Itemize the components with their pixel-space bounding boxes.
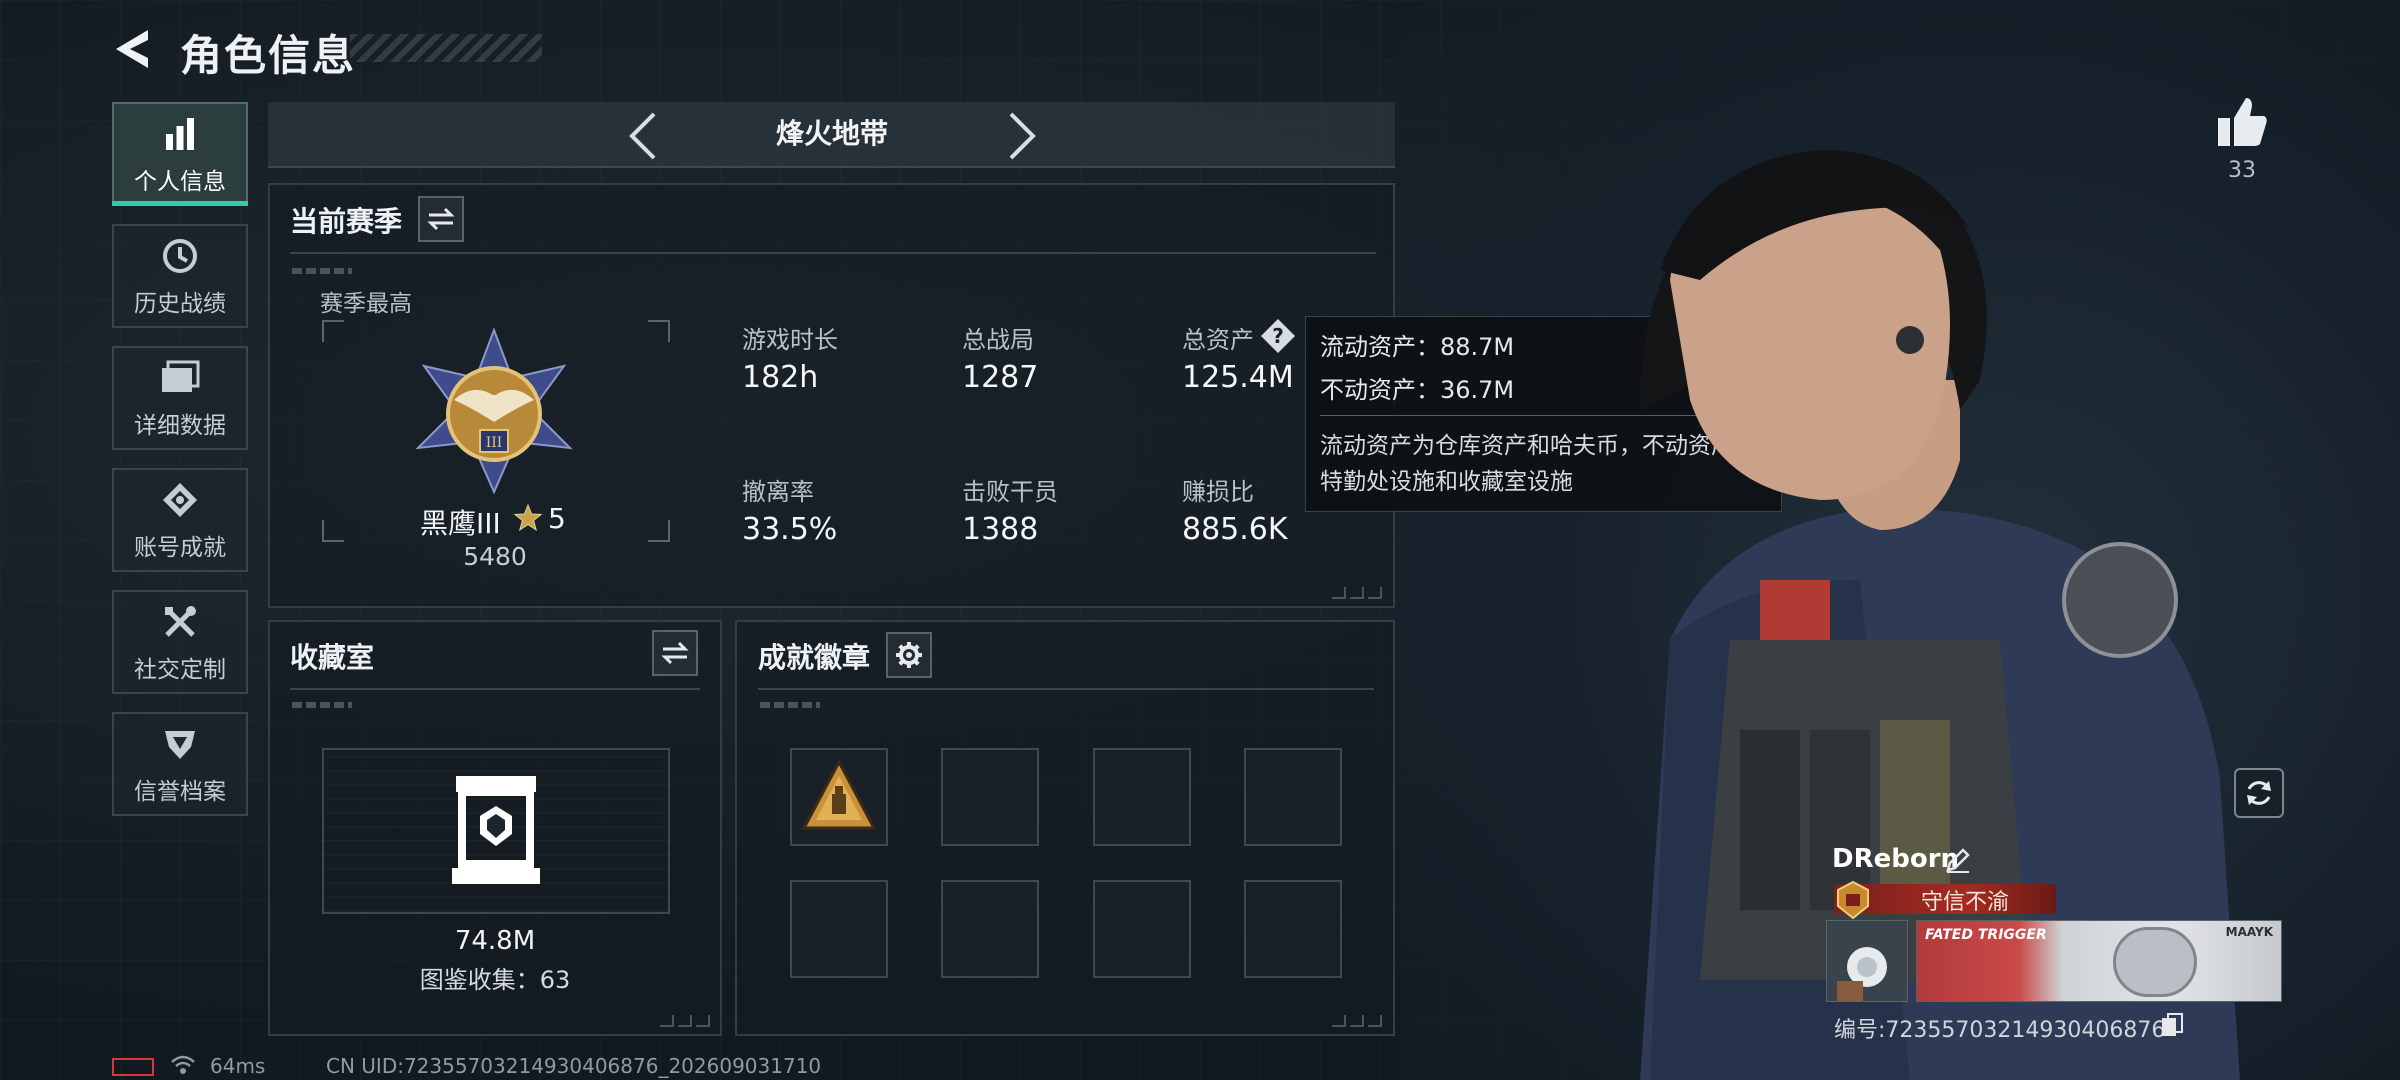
season-switch-button[interactable] (418, 196, 464, 242)
badge-slot-2[interactable] (941, 748, 1039, 846)
stat-value: 885.6K (1182, 512, 1288, 547)
like-count: 33 (2228, 158, 2256, 183)
svg-text:III: III (486, 435, 503, 451)
swap-arrows-icon (427, 207, 455, 231)
folder-icon (158, 356, 202, 400)
badge-slot-4[interactable] (1244, 748, 1342, 846)
sidebar-item-label: 历史战绩 (134, 291, 226, 317)
battery-icon (112, 1058, 154, 1076)
rank-name: 黑鹰III (420, 507, 501, 540)
decor-dash (292, 268, 352, 274)
stat-value: 33.5% (742, 512, 838, 547)
swap-arrows-icon (661, 641, 689, 665)
ping-value: 64ms (210, 1054, 266, 1078)
sidebar-item-social[interactable]: 社交定制 (112, 590, 248, 694)
stat-value: 1388 (962, 512, 1039, 547)
panel-corner-marks (656, 1012, 716, 1028)
badge-slot-6[interactable] (941, 880, 1039, 978)
display-case-icon (448, 774, 544, 886)
chevron-right-icon (1009, 112, 1036, 160)
copy-icon[interactable] (2160, 1012, 2184, 1038)
stat-label: 游戏时长 (742, 326, 838, 354)
panel-corner-marks (1328, 1012, 1388, 1028)
tools-icon (158, 600, 202, 644)
title-badge-text: 守信不渝 (1920, 890, 2009, 915)
title-decoration (350, 34, 542, 62)
stat-value: 1287 (962, 360, 1039, 395)
shield-icon (158, 722, 202, 766)
collection-divider (290, 688, 700, 690)
player-uid: 编号:72355703214930406876 (1834, 1018, 2166, 1043)
sidebar-item-achievements[interactable]: 账号成就 (112, 468, 248, 572)
mode-label: 烽火地带 (775, 117, 888, 150)
thumbs-up-icon[interactable] (2214, 94, 2270, 150)
name-card[interactable]: FATED TRIGGER MAAYK (1916, 920, 2282, 1002)
badge-slot-7[interactable] (1093, 880, 1191, 978)
help-icon[interactable]: ? (1260, 318, 1296, 354)
avatar[interactable] (1826, 920, 1908, 1002)
badge-slot-8[interactable] (1244, 880, 1342, 978)
badge-slot-5[interactable] (790, 880, 888, 978)
name-card-emblem (2113, 927, 2197, 997)
pyramid-badge-icon (801, 758, 877, 830)
name-card-tag: MAAYK (2225, 925, 2273, 939)
footer-cn-uid: CN UID:72355703214930406876_202609031710 (326, 1054, 822, 1078)
decor-dash (760, 702, 820, 708)
wifi-icon (170, 1054, 196, 1076)
title-badge-icon (1834, 880, 1872, 920)
chevron-left-icon (629, 112, 656, 160)
clock-icon (158, 234, 202, 278)
sidebar-item-reputation[interactable]: 信誉档案 (112, 712, 248, 816)
sidebar-item-personal-info[interactable]: 个人信息 (112, 102, 248, 206)
edit-pencil-icon[interactable] (1944, 846, 1972, 874)
catalog-count: 图鉴收集：63 (419, 966, 571, 994)
collection-value: 74.8M (454, 926, 536, 956)
rank-score: 5480 (463, 542, 527, 571)
badge-slot-1[interactable] (790, 748, 888, 846)
sidebar-item-detail-data[interactable]: 详细数据 (112, 346, 248, 450)
collection-section-title: 收藏室 (290, 641, 375, 674)
badges-settings-button[interactable] (886, 632, 932, 678)
bar-chart-icon (158, 112, 202, 156)
panel-corner-marks (1328, 584, 1388, 600)
sidebar-item-label: 详细数据 (134, 413, 226, 439)
star-icon (513, 503, 543, 532)
refresh-button[interactable] (2234, 768, 2284, 818)
sidebar-item-label: 账号成就 (134, 535, 226, 561)
rank-stars: 5 (548, 502, 566, 535)
stat-label: 总战局 (962, 326, 1034, 354)
player-name: DReborn (1832, 844, 1960, 874)
rank-emblem-icon: III (404, 326, 584, 496)
stat-label: 撤离率 (742, 478, 814, 506)
stat-value: 182h (742, 360, 819, 395)
season-section-title: 当前赛季 (290, 205, 403, 238)
badges-section-title: 成就徽章 (758, 641, 871, 674)
badges-divider (758, 688, 1374, 690)
stat-label: 总资产 (1182, 326, 1254, 354)
collection-switch-button[interactable] (652, 630, 698, 676)
season-best-label: 赛季最高 (320, 291, 412, 317)
achievement-icon (158, 478, 202, 522)
stat-value: 125.4M (1182, 360, 1294, 395)
svg-text:?: ? (1272, 324, 1284, 348)
sidebar-item-label: 社交定制 (134, 657, 226, 683)
decor-dash (292, 702, 352, 708)
season-divider (290, 252, 1376, 254)
sidebar-item-label: 个人信息 (134, 169, 226, 195)
back-arrow-icon (116, 30, 148, 68)
gear-icon (896, 642, 922, 668)
name-card-brand: FATED TRIGGER (1925, 927, 2047, 943)
stat-label: 击败干员 (962, 478, 1058, 506)
refresh-icon (2247, 781, 2271, 805)
badge-slot-3[interactable] (1093, 748, 1191, 846)
stat-label: 赚损比 (1182, 478, 1254, 506)
mode-next-button[interactable] (995, 106, 1045, 166)
mode-prev-button[interactable] (620, 106, 670, 166)
page-title: 角色信息 (180, 31, 357, 80)
back-button[interactable] (108, 26, 156, 72)
sidebar-item-history[interactable]: 历史战绩 (112, 224, 248, 328)
sidebar-item-label: 信誉档案 (134, 779, 226, 805)
